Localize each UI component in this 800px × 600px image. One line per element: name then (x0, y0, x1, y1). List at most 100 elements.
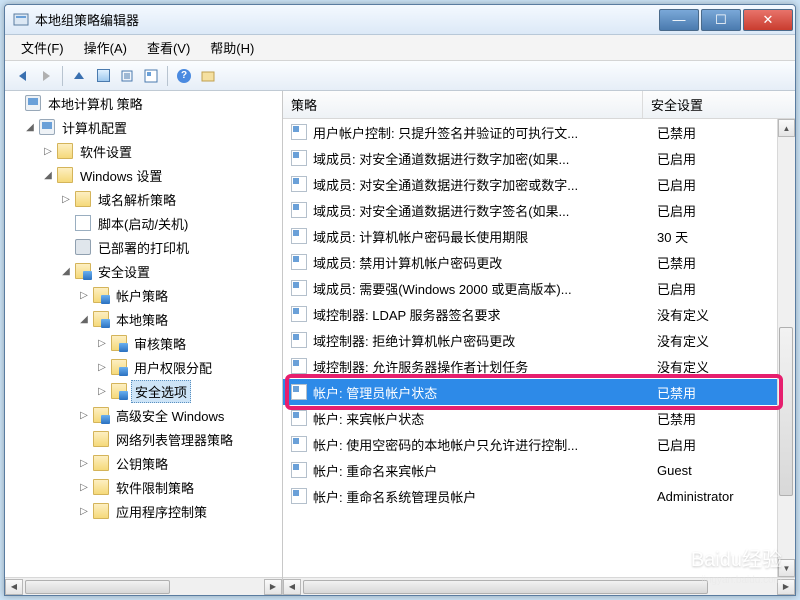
security-folder-icon (93, 407, 109, 423)
policy-row[interactable]: 域成员: 对安全通道数据进行数字签名(如果...已启用 (283, 197, 777, 223)
policy-row[interactable]: 域控制器: 允许服务器操作者计划任务没有定义 (283, 353, 777, 379)
policy-row[interactable]: 域成员: 禁用计算机帐户密码更改已禁用 (283, 249, 777, 275)
scroll-up-button[interactable]: ▲ (778, 119, 795, 137)
menu-view[interactable]: 查看(V) (139, 35, 198, 60)
policy-row[interactable]: 帐户: 重命名来宾帐户Guest (283, 457, 777, 483)
menu-help[interactable]: 帮助(H) (202, 35, 262, 60)
help-icon: ? (177, 69, 191, 83)
body: 本地计算机 策略 ◢计算机配置 ▷软件设置 ◢Windows 设置 ▷域名解析策… (5, 91, 795, 595)
policy-icon (291, 332, 307, 348)
close-button[interactable]: ✕ (743, 9, 793, 31)
policy-value: 已启用 (649, 435, 696, 454)
titlebar[interactable]: 本地组策略编辑器 — ☐ ✕ (5, 5, 795, 35)
tree-item[interactable]: ▷帐户策略 (5, 283, 282, 307)
policy-icon (291, 176, 307, 192)
help-button[interactable]: ? (173, 65, 195, 87)
policy-row[interactable]: 用户帐户控制: 只提升签名并验证的可执行文...已禁用 (283, 119, 777, 145)
menubar: 文件(F) 操作(A) 查看(V) 帮助(H) (5, 35, 795, 61)
detail-hscroll[interactable]: ◀ ▶ (283, 577, 795, 595)
tree-item[interactable]: ▷应用程序控制策 (5, 499, 282, 523)
scroll-right-button[interactable]: ▶ (264, 579, 282, 595)
policy-row[interactable]: 域成员: 计算机帐户密码最长使用期限30 天 (283, 223, 777, 249)
tree-item[interactable]: 已部署的打印机 (5, 235, 282, 259)
tree-hscroll[interactable]: ◀ ▶ (5, 577, 282, 595)
policy-name: 域成员: 对安全通道数据进行数字签名(如果... (313, 201, 649, 220)
tree-item[interactable]: 脚本(启动/关机) (5, 211, 282, 235)
up-button[interactable] (68, 65, 90, 87)
policy-value: 已禁用 (649, 123, 696, 142)
tree-item[interactable]: 网络列表管理器策略 (5, 427, 282, 451)
tree-item-selected[interactable]: ▷安全选项 (5, 379, 282, 403)
col-setting[interactable]: 安全设置 (643, 91, 795, 118)
scroll-left-button[interactable]: ◀ (283, 579, 301, 595)
forward-button[interactable] (35, 65, 57, 87)
policy-icon (291, 358, 307, 374)
folder-icon (93, 431, 109, 447)
scroll-right-button[interactable]: ▶ (777, 579, 795, 595)
tree-item[interactable]: ▷软件设置 (5, 139, 282, 163)
tree-item[interactable]: ▷软件限制策略 (5, 475, 282, 499)
show-hide-button[interactable] (92, 65, 114, 87)
tree-item[interactable]: ◢本地策略 (5, 307, 282, 331)
options-button[interactable] (197, 65, 219, 87)
policy-icon (291, 124, 307, 140)
policy-row[interactable]: 域成员: 对安全通道数据进行数字加密或数字...已启用 (283, 171, 777, 197)
policy-value: 没有定义 (649, 331, 709, 350)
policy-icon (291, 462, 307, 478)
back-button[interactable] (11, 65, 33, 87)
col-policy[interactable]: 策略 (283, 91, 643, 118)
policy-value: 已禁用 (649, 253, 696, 272)
panel-icon (97, 69, 110, 82)
security-folder-icon (111, 335, 127, 351)
policy-name: 域成员: 需要强(Windows 2000 或更高版本)... (313, 279, 649, 298)
policy-name: 帐户: 来宾帐户状态 (313, 409, 649, 428)
tree-item[interactable]: ▷审核策略 (5, 331, 282, 355)
arrow-left-icon (19, 71, 26, 81)
policy-value: 已启用 (649, 279, 696, 298)
scroll-left-button[interactable]: ◀ (5, 579, 23, 595)
policy-value: 没有定义 (649, 357, 709, 376)
policy-icon (291, 436, 307, 452)
folder-icon (75, 191, 91, 207)
policy-value: 已禁用 (649, 383, 696, 402)
tree-item[interactable]: ◢Windows 设置 (5, 163, 282, 187)
folder-icon (93, 455, 109, 471)
policy-row[interactable]: 帐户: 重命名系统管理员帐户Administrator (283, 483, 777, 509)
maximize-button[interactable]: ☐ (701, 9, 741, 31)
tree-item[interactable]: ▷用户权限分配 (5, 355, 282, 379)
detail-columns[interactable]: 策略 安全设置 (283, 91, 795, 119)
tree-item[interactable]: ▷公钥策略 (5, 451, 282, 475)
policy-icon (291, 280, 307, 296)
arrow-right-icon (43, 71, 50, 81)
policy-name: 域控制器: 拒绝计算机帐户密码更改 (313, 331, 649, 350)
tree[interactable]: 本地计算机 策略 ◢计算机配置 ▷软件设置 ◢Windows 设置 ▷域名解析策… (5, 91, 282, 577)
tree-item[interactable]: ▷域名解析策略 (5, 187, 282, 211)
policy-row[interactable]: 域成员: 需要强(Windows 2000 或更高版本)...已启用 (283, 275, 777, 301)
policy-value: 已启用 (649, 149, 696, 168)
policy-row[interactable]: 帐户: 使用空密码的本地帐户只允许进行控制...已启用 (283, 431, 777, 457)
policy-row[interactable]: 帐户: 来宾帐户状态已禁用 (283, 405, 777, 431)
policy-row[interactable]: 域控制器: LDAP 服务器签名要求没有定义 (283, 301, 777, 327)
policy-row[interactable]: 帐户: 管理员帐户状态已禁用 (283, 379, 777, 405)
tree-root[interactable]: 本地计算机 策略 (5, 91, 282, 115)
scroll-down-button[interactable]: ▼ (778, 559, 795, 577)
tree-item[interactable]: ◢计算机配置 (5, 115, 282, 139)
tree-item[interactable]: ▷高级安全 Windows (5, 403, 282, 427)
policy-list[interactable]: 用户帐户控制: 只提升签名并验证的可执行文...已禁用域成员: 对安全通道数据进… (283, 119, 777, 577)
policy-icon (291, 202, 307, 218)
detail-vscroll[interactable]: ▲ ▼ (777, 119, 795, 577)
policy-row[interactable]: 域成员: 对安全通道数据进行数字加密(如果...已启用 (283, 145, 777, 171)
menu-action[interactable]: 操作(A) (76, 35, 135, 60)
menu-file[interactable]: 文件(F) (13, 35, 72, 60)
policy-name: 域成员: 对安全通道数据进行数字加密或数字... (313, 175, 649, 194)
detail-panel: 策略 安全设置 用户帐户控制: 只提升签名并验证的可执行文...已禁用域成员: … (283, 91, 795, 595)
policy-value: 30 天 (649, 227, 688, 246)
tree-item[interactable]: ◢安全设置 (5, 259, 282, 283)
policy-name: 域成员: 计算机帐户密码最长使用期限 (313, 227, 649, 246)
minimize-button[interactable]: — (659, 9, 699, 31)
properties-button[interactable] (140, 65, 162, 87)
policy-row[interactable]: 域控制器: 拒绝计算机帐户密码更改没有定义 (283, 327, 777, 353)
export-button[interactable] (116, 65, 138, 87)
app-icon (13, 12, 29, 28)
gpedit-window: 本地组策略编辑器 — ☐ ✕ 文件(F) 操作(A) 查看(V) 帮助(H) ?… (4, 4, 796, 596)
